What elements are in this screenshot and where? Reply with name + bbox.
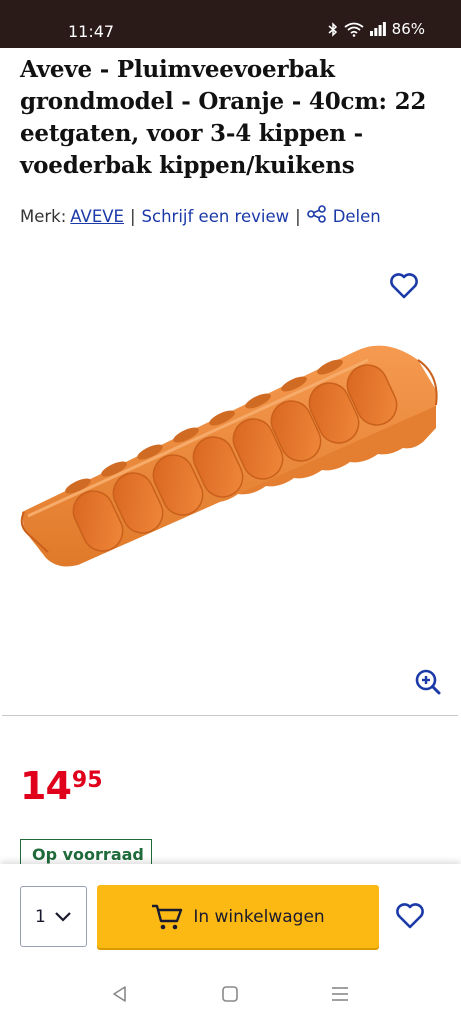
home-button[interactable]: [220, 984, 240, 1004]
product-title: Aveve - Pluimveevoerbak grondmodel - Ora…: [20, 56, 427, 179]
cart-icon: [152, 904, 183, 929]
share-label: Delen: [332, 206, 381, 226]
brand-label: Merk:: [20, 206, 67, 226]
share-button[interactable]: Delen: [306, 205, 381, 227]
signal-icon: [369, 22, 386, 36]
purchase-bar: 1 In winkelwagen: [0, 864, 461, 964]
system-nav-bar: [0, 964, 461, 1024]
chevron-down-icon: [55, 911, 71, 922]
recents-button[interactable]: [330, 984, 350, 1004]
back-button[interactable]: [110, 984, 130, 1004]
zoom-in-icon: [415, 669, 441, 695]
home-icon: [222, 986, 238, 1002]
bluetooth-icon: [328, 21, 338, 37]
battery-level: 86%: [391, 20, 425, 38]
product-image[interactable]: [18, 330, 443, 610]
favorite-button-bottom[interactable]: [394, 901, 426, 931]
divider: [2, 715, 458, 716]
heart-icon: [390, 273, 418, 299]
brand-link[interactable]: AVEVE: [70, 207, 124, 226]
meta-separator: |: [295, 206, 301, 226]
favorite-button[interactable]: [388, 270, 420, 302]
share-icon: [306, 205, 327, 227]
write-review-link[interactable]: Schrijf een review: [142, 207, 290, 226]
status-time: 11:47: [68, 22, 115, 41]
add-to-cart-label: In winkelwagen: [193, 906, 325, 927]
price: 14 95: [20, 764, 103, 808]
status-icons: 86%: [328, 20, 425, 38]
feeder-illustration: [20, 345, 438, 567]
zoom-button[interactable]: [414, 668, 442, 696]
quantity-value: 1: [35, 906, 46, 927]
back-icon: [113, 986, 126, 1002]
heart-icon: [396, 903, 424, 929]
wifi-icon: [344, 22, 364, 37]
price-fraction: 95: [71, 768, 103, 793]
price-whole: 14: [20, 764, 72, 808]
quantity-select[interactable]: 1: [20, 886, 87, 947]
meta-separator: |: [129, 206, 136, 226]
status-bar: 11:47 86%: [0, 0, 461, 48]
product-meta: Merk: AVEVE | Schrijf een review | Delen: [20, 205, 381, 227]
add-to-cart-button[interactable]: In winkelwagen: [97, 885, 379, 948]
recents-icon: [332, 987, 348, 1001]
